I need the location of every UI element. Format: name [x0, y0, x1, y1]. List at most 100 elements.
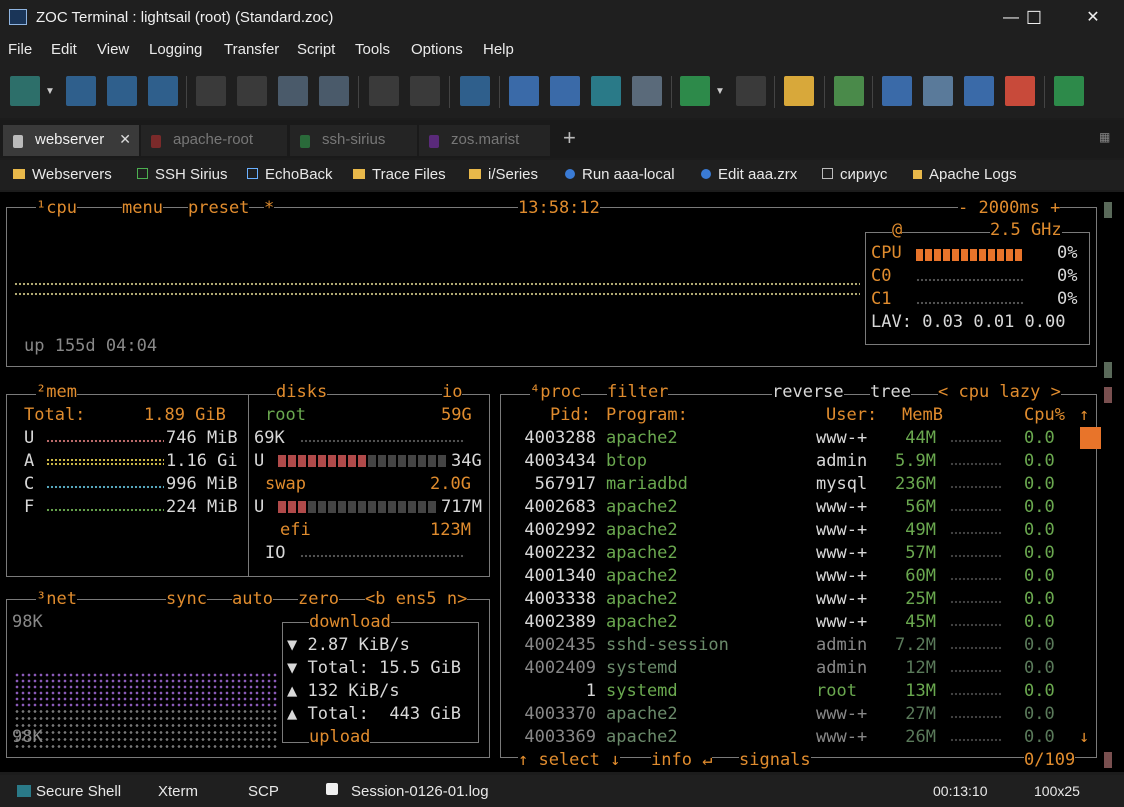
bookmark-ssh-sirius[interactable]: SSH Sirius [137, 166, 228, 183]
session-type[interactable]: Secure Shell [36, 783, 121, 800]
chevron-down-icon[interactable]: ▼ [715, 86, 725, 97]
font-options-icon[interactable] [964, 76, 994, 106]
connect-icon[interactable] [66, 76, 96, 106]
bookmark-iseries[interactable]: i/Series [469, 166, 538, 183]
disk-root-used-label: U [254, 451, 265, 471]
proc-scrollbar-thumb[interactable] [1080, 427, 1101, 449]
io-toggle[interactable]: io [442, 381, 463, 404]
download-rate: ▼ 2.87 KiB/s [287, 635, 410, 655]
session-options-icon[interactable] [882, 76, 912, 106]
menu-edit[interactable]: Edit [51, 41, 77, 58]
cpu-menu-button[interactable]: menu [122, 197, 163, 220]
mem-free-bar [46, 508, 164, 512]
cpu-graph [14, 292, 860, 296]
net-interface-select[interactable]: <b ens5 n> [365, 588, 468, 611]
emulation[interactable]: Xterm [158, 783, 198, 800]
tab-ssh-sirius[interactable]: ssh-sirius [290, 125, 417, 156]
close-button[interactable]: ✕ [1070, 0, 1116, 36]
mem-row-value: 746 MiB [166, 428, 238, 448]
proc-user: www-+ [816, 589, 868, 609]
delete-icon[interactable] [319, 76, 349, 106]
mem-row-value: 996 MiB [166, 474, 238, 494]
proc-cpu-graph [950, 531, 1002, 535]
menu-file[interactable]: File [8, 41, 32, 58]
translate-icon[interactable] [1054, 76, 1084, 106]
bookmark-apache-logs[interactable]: Apache Logs [913, 166, 1017, 183]
bookmark-run-aaa-local[interactable]: Run aaa-local [565, 166, 675, 183]
core-bar [916, 278, 1024, 282]
proc-user: www-+ [816, 543, 868, 563]
menu-logging[interactable]: Logging [149, 41, 202, 58]
proc-pid: 4002409 [524, 658, 596, 678]
proc-cpu: 0.0 [1024, 543, 1055, 563]
net-zero-toggle[interactable]: zero [298, 588, 339, 611]
proc-pid: 4003370 [524, 704, 596, 724]
proc-pid: 4002683 [524, 497, 596, 517]
download-icon[interactable] [509, 76, 539, 106]
bookmark-trace-files[interactable]: Trace Files [353, 166, 446, 183]
tab-zos-marist[interactable]: zos.marist [419, 125, 550, 156]
color-options-icon[interactable] [1005, 76, 1035, 106]
bookmark-sirius-ru[interactable]: сириус [822, 166, 887, 183]
layout-options-icon[interactable] [923, 76, 953, 106]
cpu-preset-button[interactable]: preset [188, 197, 250, 220]
tab-apache-root[interactable]: apache-root [141, 125, 287, 156]
proc-cpu: 0.0 [1024, 589, 1055, 609]
upload-icon[interactable] [550, 76, 580, 106]
net-sync-toggle[interactable]: sync [166, 588, 207, 611]
back-icon[interactable] [196, 76, 226, 106]
menu-help[interactable]: Help [483, 41, 514, 58]
menu-transfer[interactable]: Transfer [224, 41, 279, 58]
proc-tree-toggle[interactable]: tree [870, 381, 911, 404]
menu-view[interactable]: View [97, 41, 129, 58]
scroll-down-arrow[interactable]: ↓ [1079, 726, 1089, 749]
proc-mem: 45M [905, 612, 936, 632]
proc-sort-select[interactable]: < cpu lazy > [938, 381, 1061, 404]
log-checkbox[interactable] [326, 783, 338, 795]
print-icon[interactable] [278, 76, 308, 106]
transfer-protocol[interactable]: SCP [248, 783, 279, 800]
terminal-scrollbar[interactable] [1104, 192, 1124, 772]
tab-webserver[interactable]: webserver ✕ [3, 125, 139, 156]
paste-icon[interactable] [410, 76, 440, 106]
proc-pid: 4003369 [524, 727, 596, 747]
tab-label: ssh-sirius [322, 131, 386, 148]
folder-icon[interactable] [784, 76, 814, 106]
screen-icon[interactable] [460, 76, 490, 106]
proc-pid: 4002232 [524, 543, 596, 563]
menu-options[interactable]: Options [411, 41, 463, 58]
menu-script[interactable]: Script [297, 41, 335, 58]
log-file[interactable]: Session-0126-01.log [351, 783, 489, 800]
session-timer: 00:13:10 [933, 783, 988, 799]
terminal-size[interactable]: 100x25 [1034, 783, 1080, 799]
scroll-up-arrow[interactable]: ↑ [1079, 404, 1089, 427]
net-auto-toggle[interactable]: auto [232, 588, 273, 611]
menu-tools[interactable]: Tools [355, 41, 390, 58]
address-book-icon[interactable] [10, 76, 40, 106]
tab-overview-icon[interactable]: ▦ [1099, 130, 1110, 144]
proc-reverse-toggle[interactable]: reverse [772, 381, 844, 404]
reconnect-icon[interactable] [148, 76, 178, 106]
add-tab-button[interactable]: + [563, 125, 576, 151]
proc-user: www-+ [816, 497, 868, 517]
bookmark-webservers[interactable]: Webservers [13, 166, 112, 183]
terminal-screen[interactable]: ¹cpu menu preset * 13:58:12 - 2000ms + u… [0, 192, 1104, 772]
tools-icon[interactable] [834, 76, 864, 106]
bookmark-echoback[interactable]: EchoBack [247, 166, 333, 183]
ab-cde-icon[interactable] [591, 76, 621, 106]
proc-cpu-graph [950, 600, 1002, 604]
close-icon[interactable]: ✕ [119, 131, 131, 148]
disconnect-icon[interactable] [107, 76, 137, 106]
form-icon[interactable] [632, 76, 662, 106]
bookmark-edit-aaa[interactable]: Edit aaa.zrx [701, 166, 797, 183]
proc-filter-button[interactable]: filter [607, 381, 669, 404]
stop-icon[interactable] [237, 76, 267, 106]
col-mem: MemB [902, 405, 943, 425]
chevron-down-icon[interactable]: ▼ [45, 86, 55, 97]
copy-icon[interactable] [369, 76, 399, 106]
stop-script-icon[interactable] [736, 76, 766, 106]
run-script-icon[interactable] [680, 76, 710, 106]
upload-rate: ▲ 132 KiB/s [287, 681, 400, 701]
update-interval[interactable]: - 2000ms + [958, 197, 1061, 220]
maximize-button[interactable]: ☐ [1011, 0, 1057, 36]
